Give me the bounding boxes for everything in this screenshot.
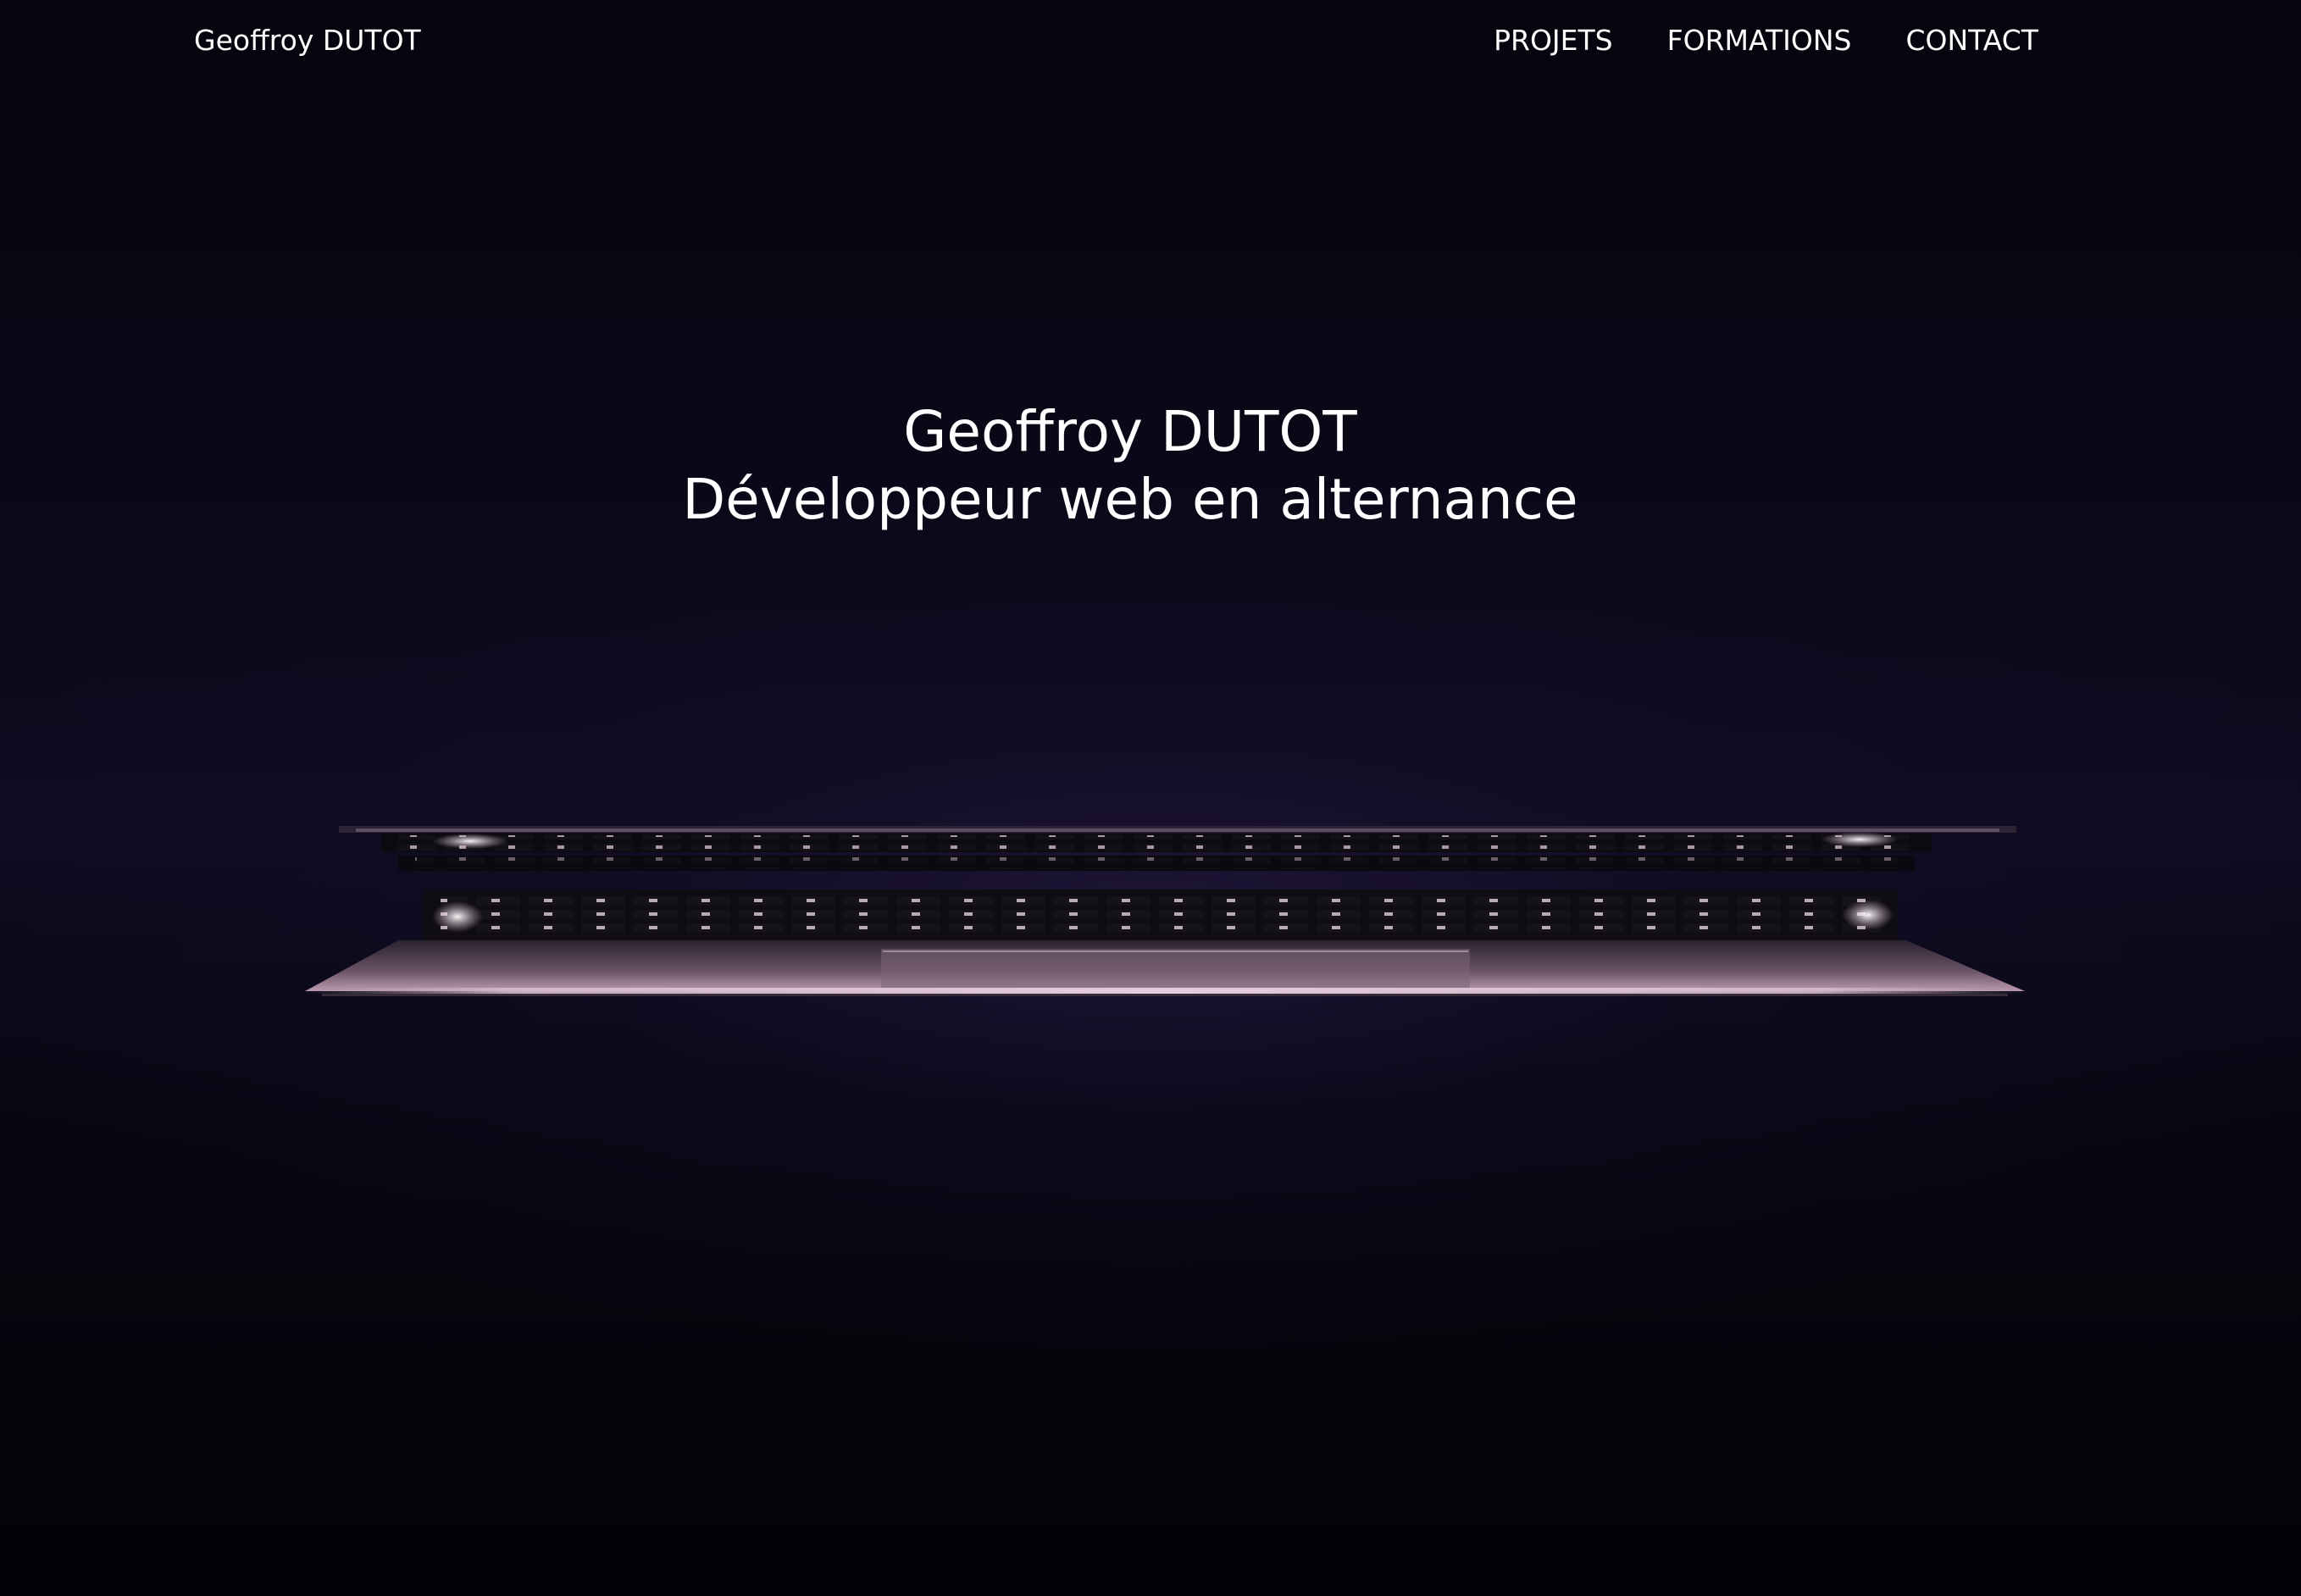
- hero-heading: Geoffroy DUTOT Développeur web en altern…: [0, 398, 2260, 534]
- top-navbar: Geoffroy DUTOT PROJETS FORMATIONS CONTAC…: [0, 0, 2301, 85]
- brand-link[interactable]: Geoffroy DUTOT: [194, 24, 421, 58]
- nav-links: PROJETS FORMATIONS CONTACT: [1494, 24, 2038, 58]
- hero-subtitle: Développeur web en alternance: [682, 467, 1578, 532]
- nav-link-projets[interactable]: PROJETS: [1494, 24, 1613, 58]
- hero-title: Geoffroy DUTOT: [903, 399, 1357, 464]
- nav-link-contact[interactable]: CONTACT: [1906, 24, 2039, 58]
- laptop-keyboard-image: [305, 826, 2025, 996]
- nav-link-formations[interactable]: FORMATIONS: [1667, 24, 1852, 58]
